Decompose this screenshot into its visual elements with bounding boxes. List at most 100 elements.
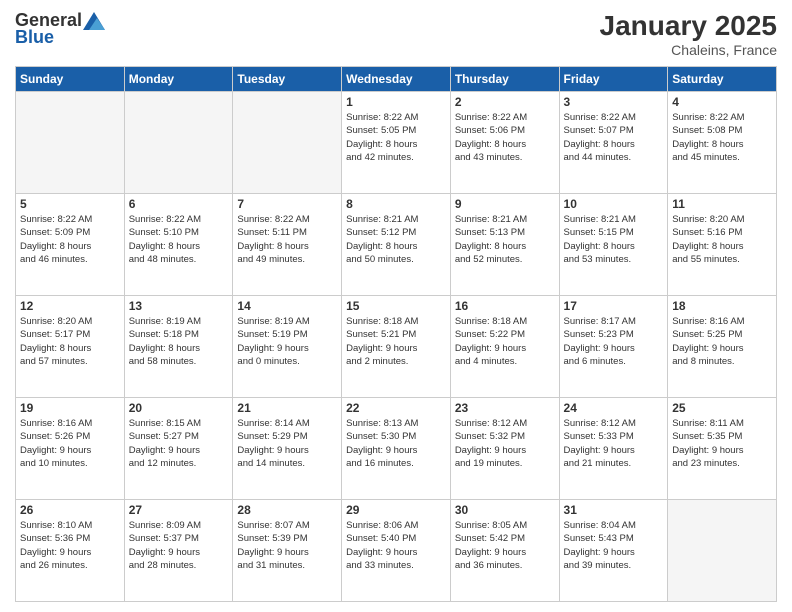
calendar-cell: 29 Sunrise: 8:06 AM Sunset: 5:40 PM Dayli… (342, 500, 451, 602)
calendar-cell (124, 92, 233, 194)
day-info: Sunrise: 8:17 AM Sunset: 5:23 PM Dayligh… (564, 315, 664, 368)
calendar-cell (233, 92, 342, 194)
day-number: 15 (346, 299, 446, 313)
day-number: 22 (346, 401, 446, 415)
calendar-cell: 14Sunrise: 8:19 AM Sunset: 5:19 PM Dayli… (233, 296, 342, 398)
day-info: Sunrise: 8:14 AM Sunset: 5:29 PM Dayligh… (237, 417, 337, 470)
calendar-subtitle: Chaleins, France (600, 42, 777, 58)
day-info: Sunrise: 8:04 AM Sunset: 5:43 PM Dayligh… (564, 519, 664, 572)
day-number: 27 (129, 503, 229, 517)
calendar-cell: 24 Sunrise: 8:12 AM Sunset: 5:33 PM Dayli… (559, 398, 668, 500)
day-info: Sunrise: 8:20 AM Sunset: 5:16 PM Dayligh… (672, 213, 772, 266)
day-info: Sunrise: 8:22 AM Sunset: 5:11 PM Dayligh… (237, 213, 337, 266)
logo: General Blue (15, 10, 106, 48)
day-info: Sunrise: 8:09 AM Sunset: 5:37 PM Dayligh… (129, 519, 229, 572)
calendar-body: 1Sunrise: 8:22 AM Sunset: 5:05 PM Daylig… (16, 92, 777, 602)
col-saturday: Saturday (668, 67, 777, 92)
calendar-cell: 27 Sunrise: 8:09 AM Sunset: 5:37 PM Dayli… (124, 500, 233, 602)
day-number: 19 (20, 401, 120, 415)
calendar-cell: 25 Sunrise: 8:11 AM Sunset: 5:35 PM Dayli… (668, 398, 777, 500)
col-sunday: Sunday (16, 67, 125, 92)
day-info: Sunrise: 8:18 AM Sunset: 5:22 PM Dayligh… (455, 315, 555, 368)
calendar-title: January 2025 (600, 10, 777, 42)
calendar-cell: 10 Sunrise: 8:21 AM Sunset: 5:15 PM Dayli… (559, 194, 668, 296)
day-info: Sunrise: 8:15 AM Sunset: 5:27 PM Dayligh… (129, 417, 229, 470)
day-number: 8 (346, 197, 446, 211)
calendar-week-4: 19 Sunrise: 8:16 AM Sunset: 5:26 PM Dayli… (16, 398, 777, 500)
day-number: 21 (237, 401, 337, 415)
calendar-cell: 9Sunrise: 8:21 AM Sunset: 5:13 PM Daylig… (450, 194, 559, 296)
calendar-week-5: 26 Sunrise: 8:10 AM Sunset: 5:36 PM Dayli… (16, 500, 777, 602)
day-number: 31 (564, 503, 664, 517)
logo-icon (83, 12, 105, 30)
day-number: 25 (672, 401, 772, 415)
calendar-cell: 7 Sunrise: 8:22 AM Sunset: 5:11 PM Daylig… (233, 194, 342, 296)
day-number: 3 (564, 95, 664, 109)
day-number: 2 (455, 95, 555, 109)
calendar-cell: 23Sunrise: 8:12 AM Sunset: 5:32 PM Dayli… (450, 398, 559, 500)
calendar-cell: 20 Sunrise: 8:15 AM Sunset: 5:27 PM Dayli… (124, 398, 233, 500)
day-number: 5 (20, 197, 120, 211)
calendar-cell: 22 Sunrise: 8:13 AM Sunset: 5:30 PM Dayli… (342, 398, 451, 500)
calendar-week-2: 5Sunrise: 8:22 AM Sunset: 5:09 PM Daylig… (16, 194, 777, 296)
day-info: Sunrise: 8:22 AM Sunset: 5:07 PM Dayligh… (564, 111, 664, 164)
day-info: Sunrise: 8:05 AM Sunset: 5:42 PM Dayligh… (455, 519, 555, 572)
calendar-cell: 28Sunrise: 8:07 AM Sunset: 5:39 PM Dayli… (233, 500, 342, 602)
calendar-cell: 1Sunrise: 8:22 AM Sunset: 5:05 PM Daylig… (342, 92, 451, 194)
day-number: 26 (20, 503, 120, 517)
col-friday: Friday (559, 67, 668, 92)
day-number: 23 (455, 401, 555, 415)
calendar-cell: 11 Sunrise: 8:20 AM Sunset: 5:16 PM Dayli… (668, 194, 777, 296)
calendar-cell: 19 Sunrise: 8:16 AM Sunset: 5:26 PM Dayli… (16, 398, 125, 500)
col-monday: Monday (124, 67, 233, 92)
day-number: 29 (346, 503, 446, 517)
logo-blue-text: Blue (15, 27, 54, 48)
day-number: 28 (237, 503, 337, 517)
title-block: January 2025 Chaleins, France (600, 10, 777, 58)
col-tuesday: Tuesday (233, 67, 342, 92)
calendar-cell: 26 Sunrise: 8:10 AM Sunset: 5:36 PM Dayli… (16, 500, 125, 602)
day-number: 16 (455, 299, 555, 313)
col-thursday: Thursday (450, 67, 559, 92)
day-info: Sunrise: 8:10 AM Sunset: 5:36 PM Dayligh… (20, 519, 120, 572)
header: General Blue January 2025 Chaleins, Fran… (15, 10, 777, 58)
calendar-cell: 31 Sunrise: 8:04 AM Sunset: 5:43 PM Dayli… (559, 500, 668, 602)
calendar-cell: 18Sunrise: 8:16 AM Sunset: 5:25 PM Dayli… (668, 296, 777, 398)
calendar-cell (16, 92, 125, 194)
calendar-cell: 16 Sunrise: 8:18 AM Sunset: 5:22 PM Dayli… (450, 296, 559, 398)
day-info: Sunrise: 8:11 AM Sunset: 5:35 PM Dayligh… (672, 417, 772, 470)
calendar-cell: 8 Sunrise: 8:21 AM Sunset: 5:12 PM Daylig… (342, 194, 451, 296)
calendar-cell: 13Sunrise: 8:19 AM Sunset: 5:18 PM Dayli… (124, 296, 233, 398)
calendar-cell: 4Sunrise: 8:22 AM Sunset: 5:08 PM Daylig… (668, 92, 777, 194)
calendar-cell: 12Sunrise: 8:20 AM Sunset: 5:17 PM Dayli… (16, 296, 125, 398)
day-number: 10 (564, 197, 664, 211)
calendar-week-3: 12Sunrise: 8:20 AM Sunset: 5:17 PM Dayli… (16, 296, 777, 398)
calendar-cell: 30 Sunrise: 8:05 AM Sunset: 5:42 PM Dayli… (450, 500, 559, 602)
day-number: 20 (129, 401, 229, 415)
day-info: Sunrise: 8:19 AM Sunset: 5:18 PM Dayligh… (129, 315, 229, 368)
day-number: 11 (672, 197, 772, 211)
day-info: Sunrise: 8:21 AM Sunset: 5:15 PM Dayligh… (564, 213, 664, 266)
calendar-week-1: 1Sunrise: 8:22 AM Sunset: 5:05 PM Daylig… (16, 92, 777, 194)
calendar-cell: 21 Sunrise: 8:14 AM Sunset: 5:29 PM Dayli… (233, 398, 342, 500)
main-container: General Blue January 2025 Chaleins, Fran… (0, 0, 792, 612)
day-info: Sunrise: 8:21 AM Sunset: 5:12 PM Dayligh… (346, 213, 446, 266)
calendar-cell: 17Sunrise: 8:17 AM Sunset: 5:23 PM Dayli… (559, 296, 668, 398)
day-info: Sunrise: 8:16 AM Sunset: 5:26 PM Dayligh… (20, 417, 120, 470)
day-info: Sunrise: 8:12 AM Sunset: 5:33 PM Dayligh… (564, 417, 664, 470)
day-number: 6 (129, 197, 229, 211)
day-info: Sunrise: 8:13 AM Sunset: 5:30 PM Dayligh… (346, 417, 446, 470)
day-info: Sunrise: 8:06 AM Sunset: 5:40 PM Dayligh… (346, 519, 446, 572)
calendar-cell: 5Sunrise: 8:22 AM Sunset: 5:09 PM Daylig… (16, 194, 125, 296)
calendar-table: Sunday Monday Tuesday Wednesday Thursday… (15, 66, 777, 602)
day-info: Sunrise: 8:18 AM Sunset: 5:21 PM Dayligh… (346, 315, 446, 368)
col-wednesday: Wednesday (342, 67, 451, 92)
day-info: Sunrise: 8:22 AM Sunset: 5:10 PM Dayligh… (129, 213, 229, 266)
day-number: 30 (455, 503, 555, 517)
calendar-cell (668, 500, 777, 602)
day-info: Sunrise: 8:22 AM Sunset: 5:08 PM Dayligh… (672, 111, 772, 164)
day-number: 24 (564, 401, 664, 415)
day-number: 7 (237, 197, 337, 211)
day-number: 1 (346, 95, 446, 109)
calendar-header-row: Sunday Monday Tuesday Wednesday Thursday… (16, 67, 777, 92)
